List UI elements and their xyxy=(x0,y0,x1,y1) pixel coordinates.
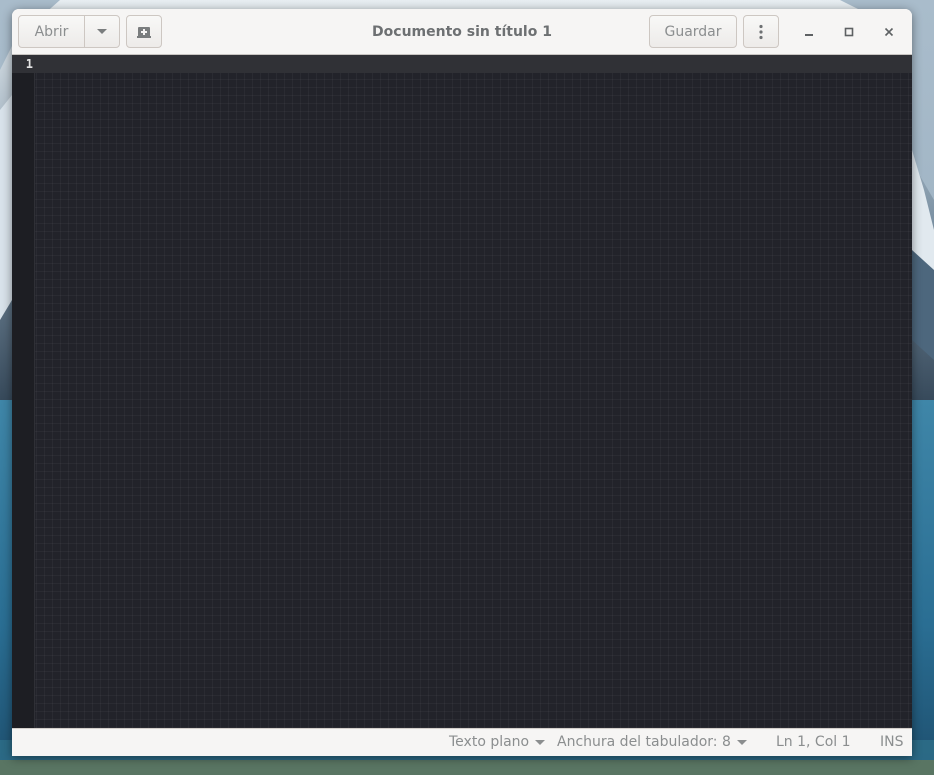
menu-button[interactable] xyxy=(743,15,779,48)
minimize-button[interactable] xyxy=(798,21,820,43)
save-button[interactable]: Guardar xyxy=(649,15,737,48)
statusbar: Texto plano Anchura del tabulador: 8 Ln … xyxy=(12,728,912,756)
pan-down-icon xyxy=(97,29,107,34)
new-tab-button[interactable] xyxy=(126,15,162,48)
close-button[interactable] xyxy=(878,21,900,43)
text-editor[interactable]: 1 xyxy=(12,55,912,728)
tab-width-selector[interactable]: Anchura del tabulador: 8 xyxy=(557,729,747,756)
insert-mode-label: INS xyxy=(880,734,904,750)
maximize-icon xyxy=(844,27,854,37)
maximize-button[interactable] xyxy=(838,21,860,43)
tab-new-icon xyxy=(137,26,151,38)
cursor-position[interactable]: Ln 1, Col 1 xyxy=(776,729,851,756)
open-recent-dropdown-button[interactable] xyxy=(85,16,119,47)
line-number: 1 xyxy=(25,57,33,71)
insert-mode-indicator: INS xyxy=(880,729,904,756)
language-label: Texto plano xyxy=(449,734,530,750)
tab-width-label: Anchura del tabulador: 8 xyxy=(557,734,731,750)
open-button-group: Abrir xyxy=(18,15,120,48)
close-icon xyxy=(884,27,894,37)
line-number-gutter xyxy=(12,55,35,728)
pan-down-icon xyxy=(736,740,747,745)
language-selector[interactable]: Texto plano xyxy=(449,729,546,756)
text-area[interactable] xyxy=(36,55,912,728)
headerbar: Abrir Documento sin título 1 Guardar xyxy=(12,9,912,55)
cursor-position-label: Ln 1, Col 1 xyxy=(776,734,851,750)
window-title: Documento sin título 1 xyxy=(372,24,552,40)
pan-down-icon xyxy=(535,740,546,745)
open-button[interactable]: Abrir xyxy=(19,16,85,47)
minimize-icon xyxy=(805,34,813,36)
view-more-icon xyxy=(759,24,763,39)
gedit-window: Abrir Documento sin título 1 Guardar 1 T… xyxy=(12,9,912,756)
